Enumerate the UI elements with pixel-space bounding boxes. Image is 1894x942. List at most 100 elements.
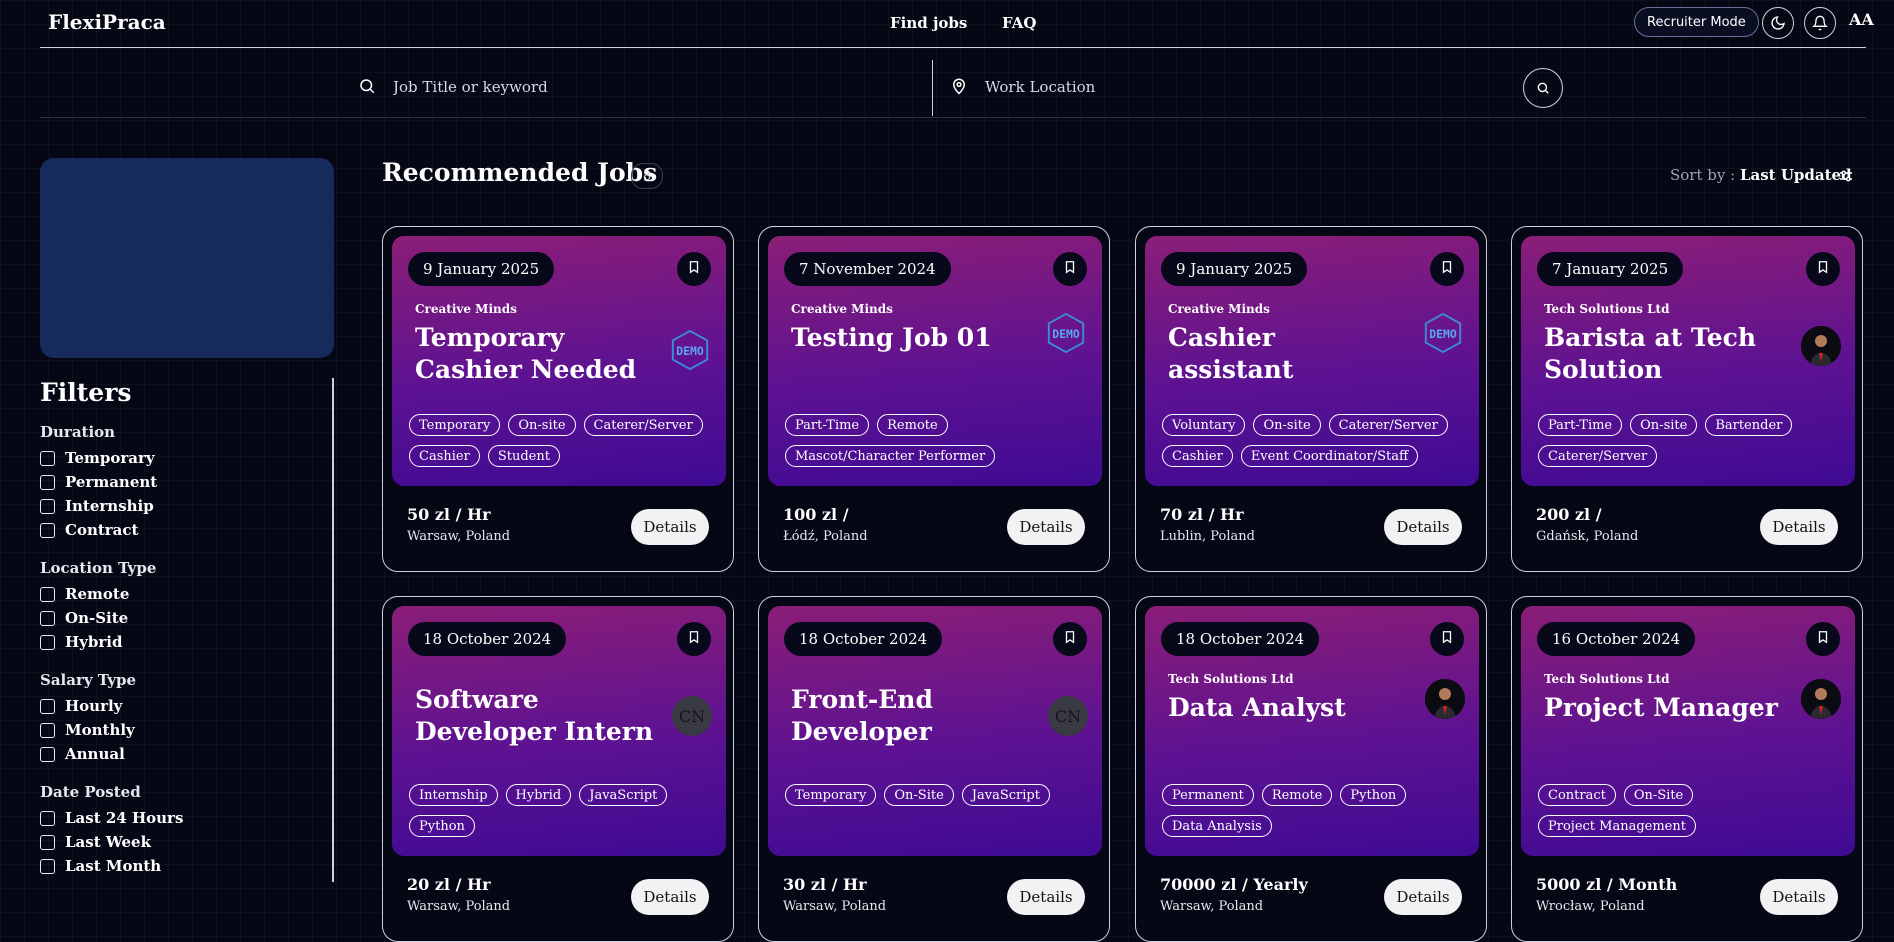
job-title[interactable]: Software Developer Intern <box>415 684 655 748</box>
nav-find-jobs[interactable]: Find jobs <box>890 14 967 32</box>
filter-annual[interactable]: Annual <box>40 745 125 763</box>
filter-monthly[interactable]: Monthly <box>40 721 135 739</box>
bookmark-icon <box>687 259 701 279</box>
job-tag: Student <box>487 445 560 467</box>
filter-last-week[interactable]: Last Week <box>40 833 151 851</box>
salary: 70 zl / Hr <box>1160 505 1244 524</box>
filter-remote[interactable]: Remote <box>40 585 129 603</box>
company-logo: DEMO <box>1044 311 1088 355</box>
job-tag: Cashier <box>1162 445 1233 467</box>
job-tag: Mascot/Character Performer <box>785 445 996 467</box>
job-card-header: 18 October 2024 Software Developer Inter… <box>392 606 726 856</box>
job-card-header: 7 November 2024 Creative Minds Testing J… <box>768 236 1102 486</box>
filter-on-site[interactable]: On-Site <box>40 609 128 627</box>
job-card[interactable]: 18 October 2024 Software Developer Inter… <box>382 596 734 942</box>
sliders-icon[interactable] <box>1837 167 1855 185</box>
filter-last-month[interactable]: Last Month <box>40 857 161 875</box>
filter-group-location-type: Location Type <box>40 559 157 577</box>
checkbox[interactable] <box>40 722 55 738</box>
checkbox[interactable] <box>40 810 55 826</box>
bookmark-button[interactable] <box>1430 622 1464 656</box>
company-logo-placeholder: CN <box>1048 696 1088 736</box>
job-card[interactable]: 7 January 2025 Tech Solutions Ltd Barist… <box>1511 226 1863 572</box>
job-card-header: 18 October 2024 Front-End Developer CN T… <box>768 606 1102 856</box>
job-card[interactable]: 18 October 2024 Front-End Developer CN T… <box>758 596 1110 942</box>
details-button[interactable]: Details <box>1760 879 1838 915</box>
bookmark-button[interactable] <box>1430 252 1464 286</box>
filter-temporary[interactable]: Temporary <box>40 449 155 467</box>
job-tag: Cashier <box>409 445 480 467</box>
search-divider <box>932 60 933 116</box>
salary: 70000 zl / Yearly <box>1160 875 1308 894</box>
job-title[interactable]: Temporary Cashier Needed <box>415 322 655 386</box>
job-card[interactable]: 16 October 2024 Tech Solutions Ltd Proje… <box>1511 596 1863 942</box>
details-button[interactable]: Details <box>631 509 709 545</box>
bookmark-button[interactable] <box>1053 622 1087 656</box>
company-name: Tech Solutions Ltd <box>1544 672 1670 686</box>
bell-icon <box>1812 15 1828 31</box>
bookmark-button[interactable] <box>677 252 711 286</box>
bookmark-button[interactable] <box>677 622 711 656</box>
checkbox[interactable] <box>40 586 55 602</box>
sort-control[interactable]: Sort by : Last Updated <box>1670 166 1852 184</box>
details-button[interactable]: Details <box>631 879 709 915</box>
recruiter-mode-button[interactable]: Recruiter Mode <box>1634 7 1759 37</box>
checkbox[interactable] <box>40 450 55 466</box>
job-location: Gdańsk, Poland <box>1536 529 1639 544</box>
job-tag: Remote <box>1261 784 1333 806</box>
bookmark-button[interactable] <box>1806 622 1840 656</box>
keyword-search-input[interactable] <box>378 74 948 100</box>
filter-hourly[interactable]: Hourly <box>40 697 122 715</box>
job-title[interactable]: Cashier assistant <box>1168 322 1408 386</box>
job-card-header: 16 October 2024 Tech Solutions Ltd Proje… <box>1521 606 1855 856</box>
checkbox[interactable] <box>40 858 55 874</box>
job-title[interactable]: Front-End Developer <box>791 684 1031 748</box>
app-logo[interactable]: FlexiPraca <box>48 10 166 34</box>
notifications-button[interactable] <box>1804 7 1836 39</box>
filter-last-24-hours[interactable]: Last 24 Hours <box>40 809 183 827</box>
bookmark-button[interactable] <box>1806 252 1840 286</box>
font-size-toggle[interactable]: AA <box>1849 10 1874 29</box>
moon-icon <box>1771 16 1785 30</box>
job-tag: On-site <box>1630 414 1698 436</box>
bookmark-button[interactable] <box>1053 252 1087 286</box>
job-title[interactable]: Barista at Tech Solution <box>1544 322 1784 386</box>
job-card[interactable]: 9 January 2025 Creative Minds Temporary … <box>382 226 734 572</box>
filter-permanent[interactable]: Permanent <box>40 473 157 491</box>
details-button[interactable]: Details <box>1007 879 1085 915</box>
filter-hybrid[interactable]: Hybrid <box>40 633 122 651</box>
job-card[interactable]: 18 October 2024 Tech Solutions Ltd Data … <box>1135 596 1487 942</box>
checkbox[interactable] <box>40 610 55 626</box>
job-location: Wrocław, Poland <box>1536 899 1645 914</box>
dark-mode-toggle[interactable] <box>1762 7 1794 39</box>
search-button[interactable] <box>1523 68 1563 108</box>
checkbox[interactable] <box>40 834 55 850</box>
nav-faq[interactable]: FAQ <box>1002 14 1036 32</box>
job-tag: Bartender <box>1705 414 1793 436</box>
checkbox[interactable] <box>40 498 55 514</box>
checkbox[interactable] <box>40 746 55 762</box>
checkbox[interactable] <box>40 698 55 714</box>
checkbox[interactable] <box>40 634 55 650</box>
job-card[interactable]: 9 January 2025 Creative Minds Cashier as… <box>1135 226 1487 572</box>
filter-contract[interactable]: Contract <box>40 521 138 539</box>
details-button[interactable]: Details <box>1007 509 1085 545</box>
job-title[interactable]: Project Manager <box>1544 692 1784 724</box>
details-button[interactable]: Details <box>1760 509 1838 545</box>
job-location: Warsaw, Poland <box>407 529 511 544</box>
job-title[interactable]: Data Analyst <box>1168 692 1408 724</box>
checkbox[interactable] <box>40 522 55 538</box>
checkbox[interactable] <box>40 474 55 490</box>
job-tag: Project Management <box>1538 815 1696 837</box>
details-button[interactable]: Details <box>1384 879 1462 915</box>
filter-internship[interactable]: Internship <box>40 497 154 515</box>
location-pin-icon <box>952 78 966 95</box>
location-search-input[interactable] <box>970 74 1520 100</box>
details-button[interactable]: Details <box>1384 509 1462 545</box>
job-title[interactable]: Testing Job 01 <box>791 322 1031 354</box>
job-tag: Data Analysis <box>1162 815 1272 837</box>
job-tag: On-Site <box>1623 784 1694 806</box>
company-name: Tech Solutions Ltd <box>1544 302 1670 316</box>
job-card[interactable]: 7 November 2024 Creative Minds Testing J… <box>758 226 1110 572</box>
salary: 30 zl / Hr <box>783 875 867 894</box>
